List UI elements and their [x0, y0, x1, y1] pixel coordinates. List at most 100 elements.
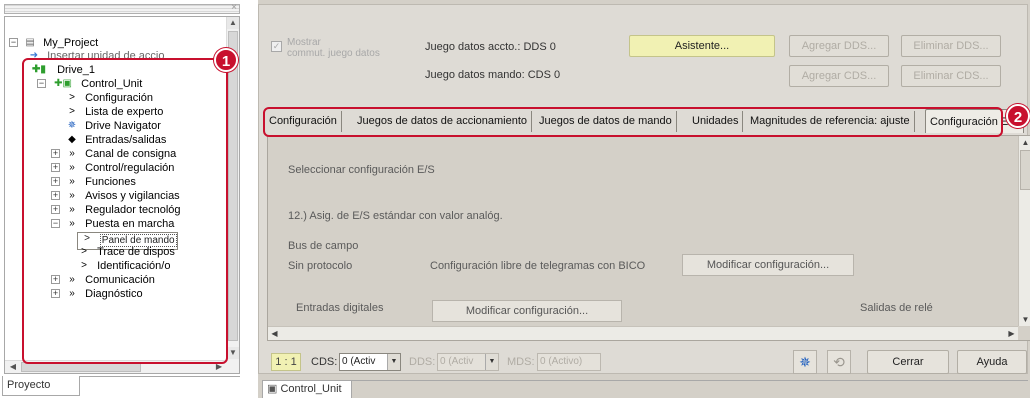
- tree-item-canal-consigna[interactable]: + » Canal de consigna: [51, 148, 176, 161]
- tree-item-label: Avisos y vigilancias: [85, 190, 180, 202]
- tree-item-label: My_Project: [43, 37, 99, 49]
- refresh-icon[interactable]: ⟲: [827, 350, 851, 374]
- control-unit-icon: ▣: [267, 383, 281, 395]
- expand-icon[interactable]: +: [51, 163, 60, 172]
- expand-icon[interactable]: +: [51, 149, 60, 158]
- tree-item-funciones[interactable]: + » Funciones: [51, 176, 136, 189]
- project-icon: ▤: [25, 37, 35, 48]
- tree-item-label: Diagnóstico: [85, 288, 143, 300]
- dialog-footer: 1 : 1 CDS: 0 (Activ ▼ DDS: 0 (Activ ▼ MD…: [267, 349, 1027, 375]
- tree-item-label: Funciones: [85, 176, 136, 188]
- collapse-icon[interactable]: −: [9, 38, 18, 47]
- chevron-right-icon: >: [81, 260, 87, 271]
- wizard-button[interactable]: Asistente...: [629, 35, 775, 57]
- chevron-down-icon[interactable]: ▼: [387, 354, 400, 370]
- tree-item-drive-1[interactable]: ✚▮ Drive_1: [27, 64, 95, 77]
- tree-item-diagnostico[interactable]: + » Diagnóstico: [51, 288, 143, 301]
- navigator-icon[interactable]: ✵: [793, 350, 817, 374]
- expand-icon[interactable]: +: [51, 289, 60, 298]
- tree-horizontal-scrollbar[interactable]: ◀ ▶: [5, 360, 227, 373]
- scroll-left-icon[interactable]: ◀: [7, 361, 19, 373]
- content-vertical-scrollbar[interactable]: ▲ ▼: [1018, 136, 1030, 326]
- dds-label: DDS:: [409, 356, 436, 368]
- close-button[interactable]: Cerrar: [867, 350, 949, 374]
- scroll-up-icon[interactable]: ▲: [1019, 136, 1030, 149]
- tree-item-label: Identificación/o: [97, 260, 171, 272]
- show-switch-dataset-label: Mostrar commut. juego datos: [287, 37, 380, 59]
- tree-item-control-regulacion[interactable]: + » Control/regulación: [51, 162, 174, 175]
- tree-item-avisos[interactable]: + » Avisos y vigilancias: [51, 190, 180, 203]
- fieldbus-label: Bus de campo: [288, 240, 359, 252]
- help-button[interactable]: Ayuda: [957, 350, 1027, 374]
- tree-item-drive-navigator[interactable]: ✵ Drive Navigator: [65, 120, 161, 133]
- expand-icon[interactable]: +: [51, 177, 60, 186]
- tree-item-label: Drive_1: [57, 64, 95, 76]
- add-dds-button[interactable]: Agregar DDS...: [789, 35, 889, 57]
- tab-configuracion[interactable]: Configuración: [265, 111, 342, 132]
- tree-item-lista-experto[interactable]: > Lista de experto: [65, 106, 163, 119]
- tree-item-comunicacion[interactable]: + » Comunicación: [51, 274, 155, 287]
- scroll-right-icon[interactable]: ▶: [213, 361, 225, 373]
- chevron-right-icon: >: [81, 246, 87, 257]
- cds-select[interactable]: 0 (Activ ▼: [339, 353, 401, 371]
- tab-control-unit[interactable]: ▣ Control_Unit: [262, 380, 352, 398]
- tab-juegos-datos-accionamiento[interactable]: Juegos de datos de accionamiento: [353, 111, 533, 132]
- tab-magnitudes-referencia[interactable]: Magnitudes de referencia: ajuste: [746, 111, 915, 132]
- tree-item-control-unit[interactable]: − ✚▣ Control_Unit: [37, 78, 142, 91]
- modify-fieldbus-config-button[interactable]: Modificar configuración...: [682, 254, 854, 276]
- expand-icon[interactable]: +: [51, 191, 60, 200]
- insert-unit-icon: ➜: [29, 50, 39, 61]
- collapse-icon[interactable]: −: [51, 219, 60, 228]
- tree-item-label: Puesta en marcha: [85, 218, 175, 230]
- tree-item-trace[interactable]: > Trace de dispos: [77, 246, 175, 259]
- double-chevron-icon: »: [69, 288, 75, 299]
- scroll-thumb[interactable]: [228, 31, 238, 341]
- show-switch-dataset-checkbox[interactable]: ✓: [271, 41, 282, 52]
- digital-inputs-label: Entradas digitales: [296, 302, 384, 314]
- tree-item-my-project[interactable]: − ▤ My_Project: [9, 37, 98, 50]
- bico-telegram-label: Configuración libre de telegramas con BI…: [430, 260, 646, 272]
- delete-dds-button[interactable]: Eliminar DDS...: [901, 35, 1001, 57]
- chevron-down-icon[interactable]: ▼: [485, 354, 498, 370]
- dialog-tab-bar: Configuración Juegos de datos de acciona…: [265, 109, 1024, 135]
- scroll-left-icon[interactable]: ◀: [268, 327, 281, 340]
- select-io-config-label: Seleccionar configuración E/S: [288, 164, 435, 176]
- tree-item-puesta-en-marcha[interactable]: − » Puesta en marcha: [51, 218, 174, 231]
- scroll-thumb[interactable]: [1020, 150, 1030, 190]
- no-protocol-label: Sin protocolo: [288, 260, 353, 272]
- tree-item-entradas-salidas[interactable]: ◆ Entradas/salidas: [65, 134, 166, 147]
- delete-cds-button[interactable]: Eliminar CDS...: [901, 65, 1001, 87]
- tab-unidades[interactable]: Unidades: [688, 111, 744, 132]
- add-cds-button[interactable]: Agregar CDS...: [789, 65, 889, 87]
- content-horizontal-scrollbar[interactable]: ◀ ▶: [268, 326, 1018, 340]
- tree-item-configuracion[interactable]: > Configuración: [65, 92, 153, 105]
- scroll-down-icon[interactable]: ▼: [227, 347, 239, 359]
- drive-icon: ✚▮: [32, 64, 46, 75]
- control-unit-icon: ✚▣: [54, 78, 72, 89]
- scroll-down-icon[interactable]: ▼: [1019, 313, 1030, 326]
- tree-item-regulador[interactable]: + » Regulador tecnológ: [51, 204, 181, 217]
- panel-title-bar[interactable]: ×: [4, 2, 240, 14]
- expand-icon[interactable]: +: [51, 275, 60, 284]
- callout-badge-1: 1: [214, 48, 238, 72]
- double-chevron-icon: »: [69, 274, 75, 285]
- dds-select[interactable]: 0 (Activ ▼: [437, 353, 499, 371]
- dialog-frame: ✓ Mostrar commut. juego datos Juego dato…: [258, 4, 1030, 375]
- callout-badge-2: 2: [1006, 104, 1030, 128]
- double-chevron-icon: »: [69, 204, 75, 215]
- scroll-up-icon[interactable]: ▲: [227, 17, 239, 29]
- tab-juegos-datos-mando[interactable]: Juegos de datos de mando: [535, 111, 677, 132]
- modify-digital-inputs-button[interactable]: Modificar configuración...: [432, 300, 622, 322]
- tree-item-label: Configuración: [85, 92, 153, 104]
- close-icon[interactable]: ×: [229, 2, 239, 13]
- scroll-right-icon[interactable]: ▶: [1005, 327, 1018, 340]
- control-unit-dialog: ✓ Mostrar commut. juego datos Juego dato…: [258, 0, 1030, 398]
- collapse-icon[interactable]: −: [37, 79, 46, 88]
- tree-item-label: Trace de dispos: [97, 246, 175, 258]
- expand-icon[interactable]: +: [51, 205, 60, 214]
- tree-item-identificacion[interactable]: > Identificación/o: [77, 260, 170, 273]
- tab-proyecto[interactable]: Proyecto: [2, 376, 80, 396]
- scroll-thumb[interactable]: [21, 362, 141, 372]
- tree-item-insert-unit[interactable]: ➜ Insertar unidad de accio: [27, 50, 165, 63]
- tree-item-label: Control/regulación: [85, 162, 175, 174]
